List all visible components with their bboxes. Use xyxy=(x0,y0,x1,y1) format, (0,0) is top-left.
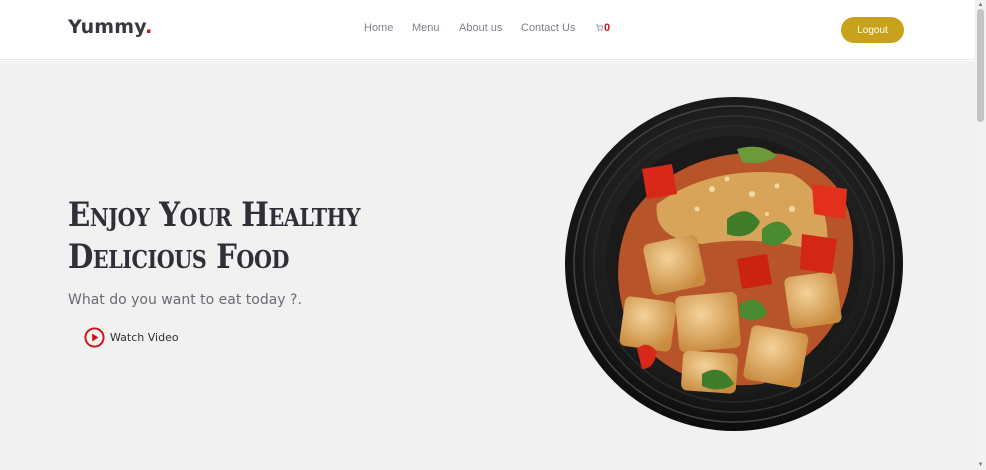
main-nav: Home Menu About us Contact Us xyxy=(0,22,975,38)
scroll-up-arrow-icon[interactable]: ▲ xyxy=(977,2,984,8)
hero-title: Enjoy Your Healthy Delicious Food xyxy=(68,195,361,277)
nav-contact-link[interactable]: Contact Us xyxy=(521,22,575,34)
logout-button[interactable]: Logout xyxy=(841,17,904,43)
food-bowl-image xyxy=(565,97,903,431)
nav-home-link[interactable]: Home xyxy=(364,22,393,34)
play-circle-icon xyxy=(84,326,105,348)
page-scrollbar[interactable]: ▲ ▼ xyxy=(975,0,986,470)
site-header: Yummy. Home Menu About us Contact Us 0 L… xyxy=(0,0,975,60)
scroll-thumb[interactable] xyxy=(977,9,984,122)
hero-section: Enjoy Your Healthy Delicious Food What d… xyxy=(0,61,975,470)
scroll-down-arrow-icon[interactable]: ▼ xyxy=(977,462,984,468)
cart-count: 0 xyxy=(604,22,611,34)
cart-link[interactable]: 0 xyxy=(596,22,610,34)
cart-icon xyxy=(596,24,603,32)
watch-video-button[interactable]: Watch Video xyxy=(84,326,179,348)
watch-video-label: Watch Video xyxy=(110,330,179,344)
nav-menu-link[interactable]: Menu xyxy=(412,22,440,34)
nav-about-link[interactable]: About us xyxy=(459,22,502,34)
hero-subtitle: What do you want to eat today ?. xyxy=(68,292,302,308)
